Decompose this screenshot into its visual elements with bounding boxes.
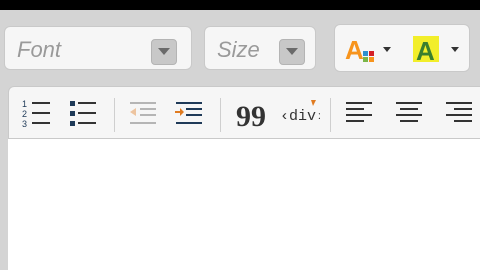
align-center-button[interactable] <box>390 94 428 132</box>
font-combo-label: Font <box>17 37 62 62</box>
size-combo[interactable]: Size <box>204 26 316 70</box>
svg-text:A: A <box>345 35 364 65</box>
bulleted-list-icon <box>70 101 96 126</box>
indent-icon <box>175 102 202 124</box>
toolbar-separator <box>330 98 331 132</box>
align-right-icon <box>446 102 472 122</box>
svg-text:1: 1 <box>22 99 27 109</box>
svg-text:99: 99 <box>236 100 265 128</box>
toolbar-separator <box>220 98 221 132</box>
text-color-button[interactable]: A <box>341 33 397 65</box>
svg-text:3: 3 <box>22 119 27 128</box>
background-color-icon: A <box>413 36 459 65</box>
quote-icon: 99 <box>236 100 265 128</box>
bulleted-list-button[interactable] <box>64 94 102 132</box>
blockquote-button[interactable]: 99 <box>230 94 270 132</box>
svg-text:‹div›: ‹div› <box>280 108 320 125</box>
numbered-list-button[interactable]: 1 2 3 <box>18 94 56 132</box>
svg-text:2: 2 <box>22 109 27 119</box>
align-right-button[interactable] <box>440 94 478 132</box>
size-combo-label: Size <box>217 37 260 62</box>
background-color-button[interactable]: A <box>409 33 465 65</box>
align-left-icon <box>346 102 372 122</box>
font-combo[interactable]: Font <box>4 26 192 70</box>
align-left-button[interactable] <box>340 94 378 132</box>
decrease-indent-button[interactable] <box>124 94 162 132</box>
increase-indent-button[interactable] <box>170 94 208 132</box>
text-color-icon: A <box>345 35 391 65</box>
numbered-list-icon: 1 2 3 <box>22 99 50 128</box>
size-dropdown-button[interactable] <box>279 39 305 65</box>
svg-text:A: A <box>416 36 435 65</box>
color-toolbar-group: A A <box>334 24 470 72</box>
create-div-button[interactable]: ‹div› <box>278 94 322 132</box>
editor-content-area[interactable] <box>8 138 480 270</box>
div-container-icon: ‹div› <box>280 100 320 125</box>
rich-text-editor: Font Size A A 1 2 3 99 ‹div <box>0 10 480 270</box>
align-center-icon <box>396 102 422 122</box>
chevron-down-icon <box>158 48 170 55</box>
outdent-icon <box>130 102 156 124</box>
chevron-down-icon <box>286 48 298 55</box>
font-dropdown-button[interactable] <box>151 39 177 65</box>
toolbar-separator <box>114 98 115 132</box>
